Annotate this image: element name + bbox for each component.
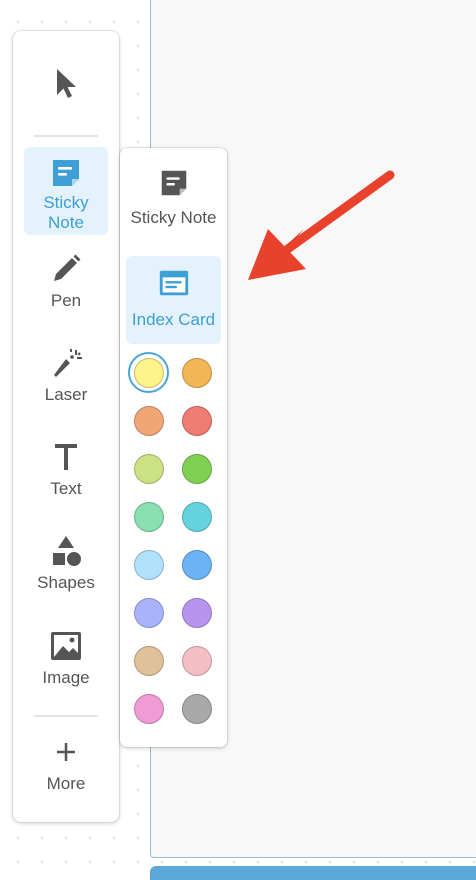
toolbar-divider	[34, 135, 98, 137]
color-swatch[interactable]	[182, 550, 212, 580]
sticky-note-icon	[161, 170, 186, 196]
color-swatch[interactable]	[182, 406, 212, 436]
sticky-note-icon	[53, 160, 79, 186]
color-swatch[interactable]	[182, 598, 212, 628]
more-tool-label: More	[46, 774, 86, 793]
bottom-panel-edge	[150, 866, 476, 880]
color-swatch[interactable]	[182, 646, 212, 676]
image-tool[interactable]: Image	[24, 628, 108, 698]
laser-tool-label: Laser	[44, 385, 88, 404]
laser-pointer-icon	[54, 349, 82, 377]
pen-icon	[54, 254, 81, 281]
more-tool[interactable]: More	[24, 734, 108, 804]
sticky-note-tool-label: Sticky Note	[43, 193, 89, 232]
text-tool[interactable]: Text	[24, 439, 108, 509]
image-icon	[51, 632, 81, 660]
color-swatch[interactable]	[182, 454, 212, 484]
flyout-sticky-note-label: Sticky Note	[130, 208, 217, 227]
shapes-tool-label: Shapes	[37, 573, 95, 592]
color-swatch[interactable]	[134, 406, 164, 436]
sticky-note-flyout: Sticky Note Index Card	[120, 148, 227, 747]
flyout-index-card-option[interactable]: Index Card	[126, 256, 221, 344]
color-swatch[interactable]	[134, 502, 164, 532]
color-swatch[interactable]	[134, 598, 164, 628]
color-swatch[interactable]	[182, 694, 212, 724]
flyout-index-card-label: Index Card	[131, 310, 216, 329]
color-swatch[interactable]	[134, 454, 164, 484]
sticky-note-tool[interactable]: Sticky Note	[24, 147, 108, 235]
cursor-arrow-icon	[57, 69, 76, 98]
color-swatch[interactable]	[128, 352, 169, 393]
image-tool-label: Image	[42, 668, 90, 687]
index-card-icon	[159, 270, 188, 296]
color-swatch[interactable]	[182, 502, 212, 532]
color-swatch[interactable]	[134, 694, 164, 724]
left-toolbar: Sticky Note Pen Laser Text Shapes Image …	[13, 31, 119, 822]
annotation-arrow	[248, 170, 395, 280]
toolbar-divider	[34, 715, 98, 717]
select-tool[interactable]	[24, 58, 108, 108]
color-swatch[interactable]	[182, 358, 212, 388]
pen-tool-label: Pen	[50, 291, 82, 310]
color-swatch[interactable]	[134, 646, 164, 676]
flyout-sticky-note-option[interactable]: Sticky Note	[126, 166, 221, 238]
shapes-tool[interactable]: Shapes	[24, 533, 108, 603]
color-swatch[interactable]	[134, 550, 164, 580]
laser-tool[interactable]: Laser	[24, 345, 108, 415]
text-icon	[55, 444, 77, 470]
pen-tool[interactable]: Pen	[24, 251, 108, 321]
shapes-icon	[53, 536, 81, 566]
text-tool-label: Text	[50, 479, 82, 498]
plus-icon	[57, 743, 75, 761]
